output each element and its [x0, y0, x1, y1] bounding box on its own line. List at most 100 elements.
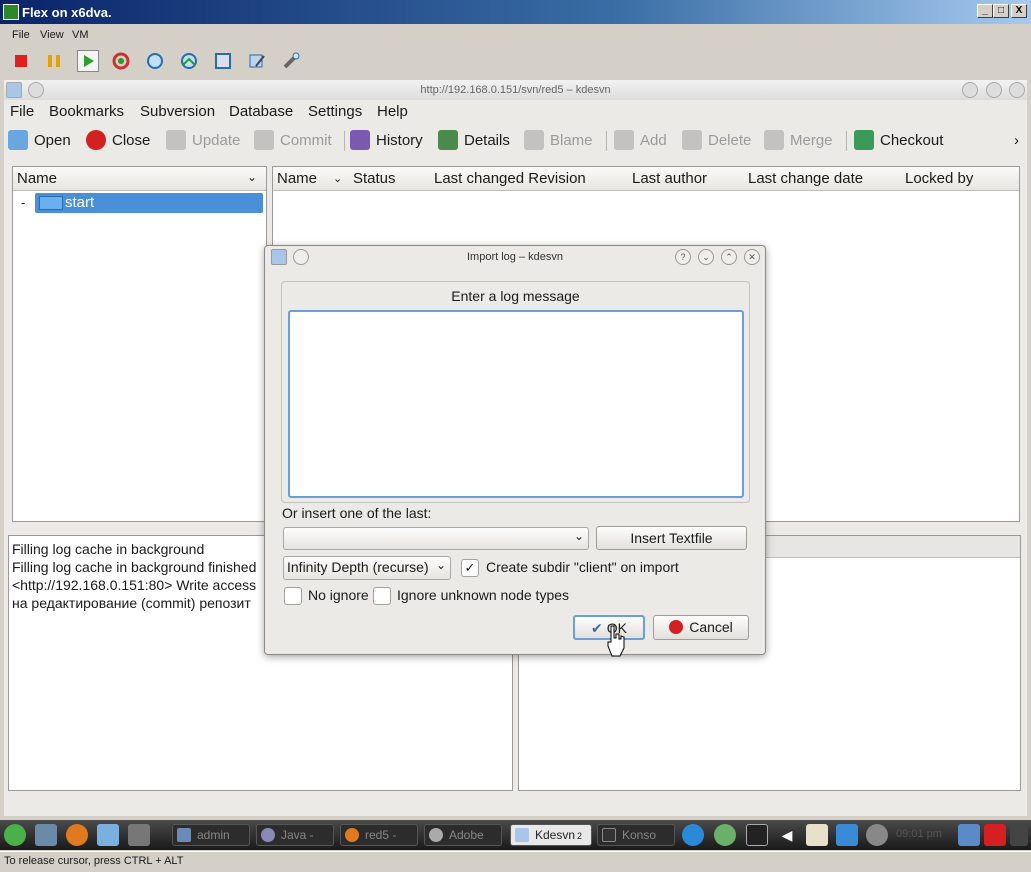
update-button[interactable]: Update: [166, 128, 240, 152]
host-menu-file[interactable]: File: [12, 29, 30, 41]
tree-header[interactable]: Name ⌄: [13, 167, 266, 191]
open-button[interactable]: Open: [8, 128, 71, 152]
window-menu-icon[interactable]: [28, 82, 44, 98]
tree-expander[interactable]: -: [21, 195, 25, 210]
maximize-button[interactable]: □: [993, 4, 1009, 18]
close-button[interactable]: Close: [86, 128, 150, 152]
terminal-icon[interactable]: [746, 824, 768, 846]
menu-help[interactable]: Help: [377, 103, 408, 120]
play-icon[interactable]: [77, 50, 99, 72]
arrow-left-icon[interactable]: ◀: [776, 824, 798, 846]
last-messages-select[interactable]: ⌄: [283, 527, 589, 550]
download-icon[interactable]: [836, 824, 858, 846]
log-message-input[interactable]: [288, 310, 744, 498]
tree-item-start[interactable]: start: [35, 193, 263, 213]
task-java[interactable]: Java -: [256, 824, 334, 846]
merge-icon: [764, 130, 784, 150]
menu-database[interactable]: Database: [229, 103, 293, 120]
merge-button[interactable]: Merge: [764, 128, 833, 152]
clipboard-icon[interactable]: [806, 824, 828, 846]
log-line: Filling log cache in background finished: [12, 559, 257, 575]
panel-tool-icon[interactable]: [1010, 824, 1028, 846]
dialog-title: Import log – kdesvn: [467, 251, 563, 263]
log-message-label: Enter a log message: [451, 288, 580, 304]
menu-subversion[interactable]: Subversion: [140, 103, 215, 120]
teamviewer-icon[interactable]: [682, 824, 704, 846]
create-subdir-label[interactable]: Create subdir "client" on import: [486, 559, 679, 575]
file-manager-icon[interactable]: [97, 824, 119, 846]
dialog-titlebar: Import log – kdesvn ? ⌄ ⌃ ✕: [265, 246, 765, 268]
column-name[interactable]: Name: [277, 170, 317, 187]
pause-icon[interactable]: [43, 50, 65, 72]
menu-settings[interactable]: Settings: [308, 103, 362, 120]
blame-button[interactable]: Blame: [524, 128, 593, 152]
kdesvn-app-icon: [6, 82, 22, 98]
commit-button[interactable]: Commit: [254, 128, 332, 152]
task-konsole[interactable]: Konso: [597, 824, 675, 846]
checkout-button[interactable]: Checkout: [854, 128, 943, 152]
desktop-pager-icon[interactable]: [128, 824, 150, 846]
clock[interactable]: 09:01 pm: [896, 828, 942, 840]
host-menu-view[interactable]: View: [40, 29, 64, 41]
minimize-button[interactable]: _: [977, 4, 993, 18]
network-icon[interactable]: [35, 824, 57, 846]
column-last-changed-revision[interactable]: Last changed Revision: [434, 170, 586, 187]
cancel-button[interactable]: Cancel: [653, 615, 749, 640]
stop-icon[interactable]: [10, 50, 32, 72]
column-last-author[interactable]: Last author: [632, 170, 707, 187]
tree-icon[interactable]: [714, 824, 736, 846]
snapshot-manager-icon[interactable]: [212, 50, 234, 72]
add-button[interactable]: Add: [614, 128, 667, 152]
eclipse-icon: [261, 828, 275, 842]
info-icon[interactable]: [866, 824, 888, 846]
firefox-icon[interactable]: [66, 824, 88, 846]
chevron-down-icon[interactable]: ⌄: [247, 170, 257, 184]
details-button[interactable]: Details: [438, 128, 510, 152]
repository-tree[interactable]: Name ⌄ - start: [12, 166, 267, 522]
close-icon[interactable]: ✕: [744, 249, 760, 265]
task-admin[interactable]: admin: [172, 824, 250, 846]
insert-textfile-button[interactable]: Insert Textfile: [596, 526, 747, 550]
column-status[interactable]: Status: [353, 170, 396, 187]
maximize-icon[interactable]: ⌃: [721, 249, 737, 265]
column-locked-by[interactable]: Locked by: [905, 170, 973, 187]
tools-icon[interactable]: [280, 50, 302, 72]
column-last-change-date[interactable]: Last change date: [748, 170, 863, 187]
task-red5[interactable]: red5 -: [340, 824, 418, 846]
help-icon[interactable]: ?: [675, 249, 691, 265]
flex-icon: [429, 828, 443, 842]
history-button[interactable]: History: [350, 128, 423, 152]
create-subdir-checkbox[interactable]: ✓: [461, 559, 479, 577]
no-ignore-checkbox[interactable]: [284, 587, 302, 605]
task-kdesvn[interactable]: Kdesvn 2: [510, 824, 592, 846]
snapshot-icon[interactable]: [144, 50, 166, 72]
kdesvn-toolbar: Open Close Update Commit History Details…: [4, 125, 1027, 155]
reset-icon[interactable]: [110, 50, 132, 72]
depth-select[interactable]: Infinity Depth (recurse) ⌄: [283, 556, 451, 580]
ignore-unknown-label[interactable]: Ignore unknown node types: [397, 587, 569, 603]
window-menu-icon[interactable]: [293, 249, 309, 265]
ignore-unknown-checkbox[interactable]: [373, 587, 391, 605]
log-message-group: Enter a log message: [281, 281, 750, 503]
terminal-icon: [602, 828, 616, 842]
power-icon[interactable]: [984, 824, 1006, 846]
toolbar-overflow-button[interactable]: ›: [1014, 128, 1019, 152]
close-window-button[interactable]: X: [1011, 4, 1027, 18]
kde-menu-icon[interactable]: [4, 824, 26, 846]
vmware-icon: [3, 4, 19, 20]
revert-snapshot-icon[interactable]: [178, 50, 200, 72]
no-ignore-label[interactable]: No ignore: [308, 587, 369, 603]
lock-screen-icon[interactable]: [958, 824, 980, 846]
host-menu-vm[interactable]: VM: [72, 29, 89, 41]
kdesvn-app-icon: [271, 249, 287, 265]
vm-settings-icon[interactable]: [246, 50, 268, 72]
menu-file[interactable]: File: [10, 103, 34, 120]
menu-bookmarks[interactable]: Bookmarks: [49, 103, 124, 120]
task-adobe[interactable]: Adobe: [424, 824, 502, 846]
document-icon: [177, 828, 191, 842]
minimize-icon[interactable]: ⌄: [698, 249, 714, 265]
maximize-icon[interactable]: [986, 82, 1002, 98]
delete-button[interactable]: Delete: [682, 128, 751, 152]
close-icon[interactable]: [1009, 82, 1025, 98]
minimize-icon[interactable]: [962, 82, 978, 98]
